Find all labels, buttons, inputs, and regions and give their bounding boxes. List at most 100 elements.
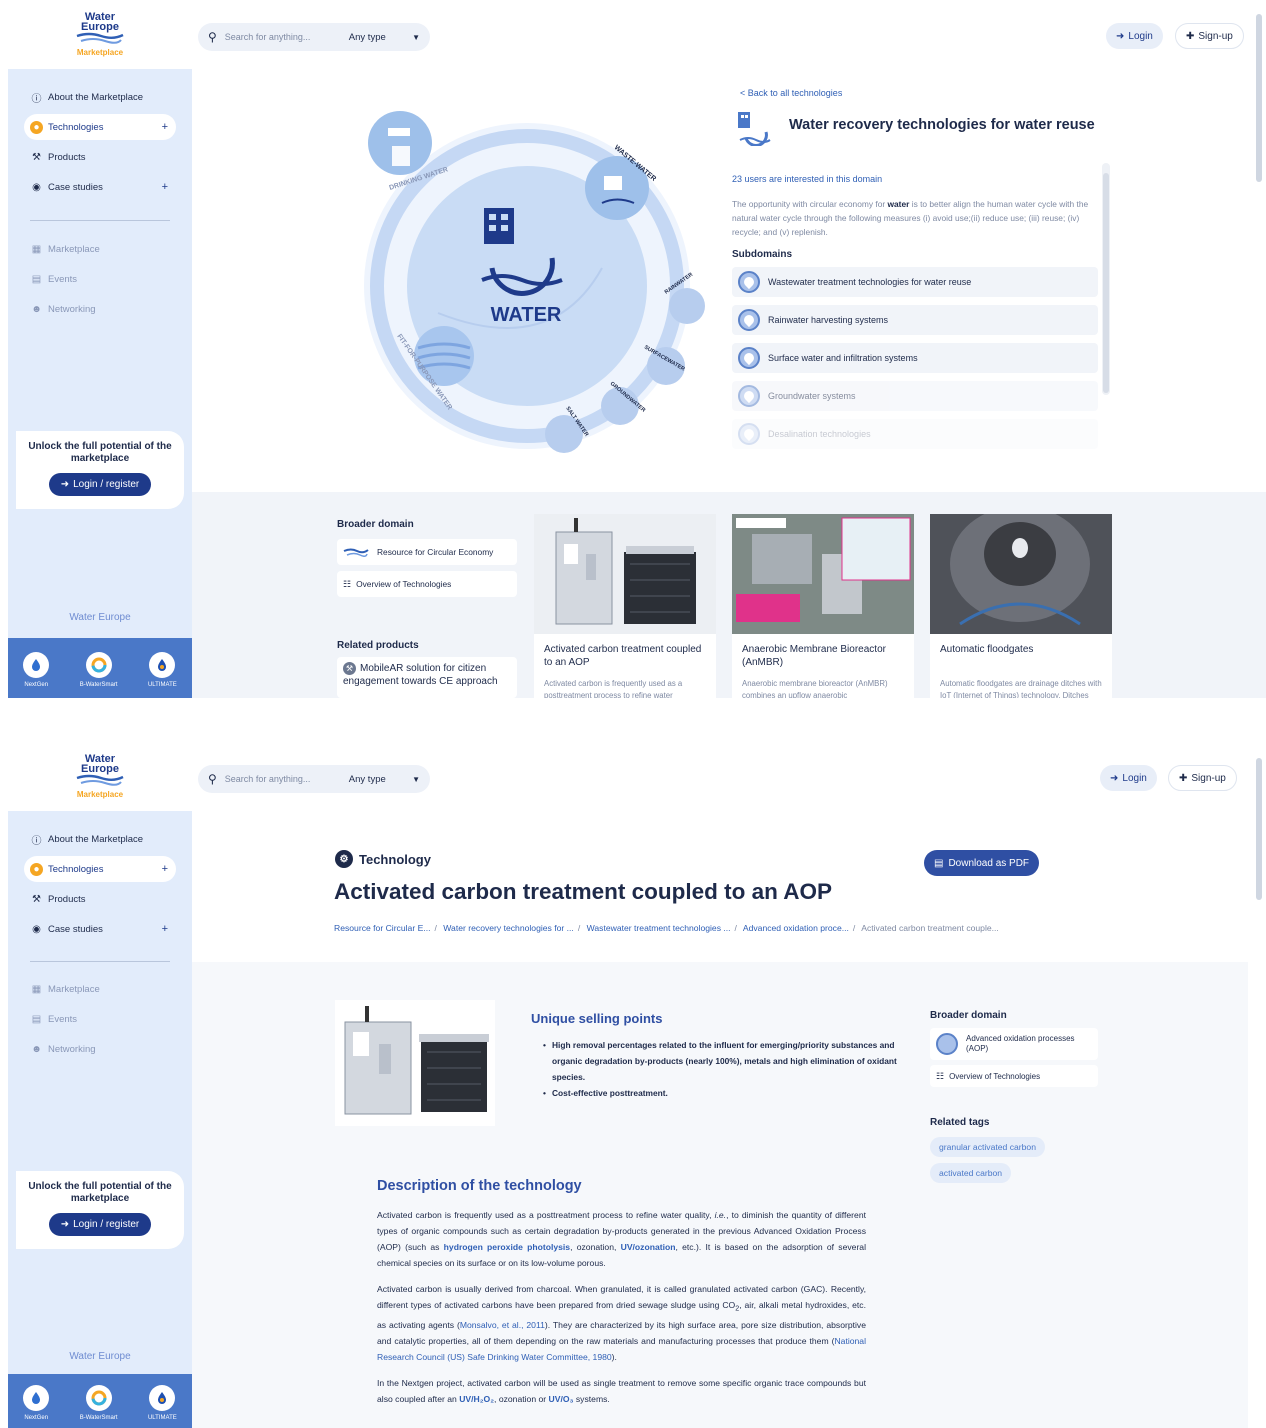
breadcrumb-link[interactable]: Resource for Circular E... [334,923,430,933]
technology-icon: ● [30,120,43,134]
water-drop-icon [738,271,760,293]
project-nextgen[interactable]: NextGen [23,1385,50,1421]
technology-card[interactable]: Automatic floodgates Automatic floodgate… [930,514,1112,698]
water-europe-logo[interactable]: Water Europe Marketplace [8,0,192,68]
breadcrumb-link[interactable]: Water recovery technologies for ... [443,923,574,933]
project-logos: NextGen B-WaterSmart ULTIMATE [8,1374,192,1428]
expand-icon[interactable]: + [162,863,168,875]
project-b-watersmart[interactable]: B-WaterSmart [80,1385,117,1421]
water-drop-icon [738,385,760,407]
sidebar-item-technologies[interactable]: ● Technologies + [24,114,176,140]
subdomain-item[interactable]: Rainwater harvesting systems [732,305,1098,335]
login-register-button[interactable]: ➜ Login / register [48,1213,152,1236]
rainwater-icon [669,288,705,324]
login-button[interactable]: ➜ Login [1100,765,1157,791]
sidebar: ⓘ About the Marketplace ● Technologies + ⚒ P… [8,811,192,1428]
signup-button[interactable]: ✚ Sign-up [1168,765,1237,791]
expand-icon[interactable]: + [162,121,168,133]
project-logos: NextGen B-WaterSmart ULTIMATE [8,638,192,698]
subdomains-scrollbar[interactable] [1102,163,1110,395]
users-interested-link[interactable]: 23 users are interested in this domain [732,174,882,184]
type-select[interactable]: Any type [349,32,386,43]
related-product-item[interactable]: ⚒ MobileAR solution for citizen engagemen… [337,657,517,698]
type-select[interactable]: Any type [349,774,386,785]
ultimate-logo-icon [149,652,176,678]
card-title: Activated carbon treatment coupled to an… [544,644,702,668]
description-paragraph: Activated carbon is usually derived from… [377,1284,866,1362]
search-input[interactable]: Search for anything... [225,774,349,784]
uv-h2o2-link[interactable]: UV/H₂O₂ [459,1394,494,1404]
technology-card[interactable]: Anaerobic Membrane Bioreactor (AnMBR) An… [732,514,914,698]
subdomain-item[interactable]: Desalination technologies [732,419,1098,449]
technology-page-screenshot: Water Europe Marketplace ⓘ About the Mark… [0,742,1266,1428]
water-europe-logo[interactable]: Water Europe Marketplace [8,742,192,810]
hierarchy-icon: ☷ [343,578,352,589]
store-icon: ▦ [31,983,42,995]
sidebar-item-about[interactable]: ⓘ About the Marketplace [24,84,176,110]
project-ultimate[interactable]: ULTIMATE [148,1385,177,1421]
broader-domain-heading: Broader domain [337,519,414,530]
sidebar-item-products[interactable]: ⚒ Products [24,144,176,170]
subdomain-item[interactable]: Groundwater systems [732,381,1098,411]
sidebar-item-about[interactable]: ⓘ About the Marketplace [24,826,176,852]
uv-ozonation-link[interactable]: UV/ozonation [621,1242,676,1252]
people-icon: ☻ [31,1043,42,1055]
page-scrollbar[interactable] [1256,14,1262,182]
search-bar[interactable]: ⚲ Search for anything... Any type ▼ [198,765,430,793]
breadcrumb-link[interactable]: Advanced oxidation proce... [743,923,849,933]
sidebar-item-case-studies[interactable]: ◉ Case studies + [24,174,176,200]
add-user-icon: ✚ [1179,772,1188,784]
login-register-button[interactable]: ➜ Login / register [48,473,152,496]
project-ultimate[interactable]: ULTIMATE [148,652,177,688]
sidebar-item-case-studies[interactable]: ◉ Case studies + [24,916,176,942]
expand-icon[interactable]: + [162,181,168,193]
card-description: Activated carbon is frequently used as a… [544,679,683,698]
sidebar-item-networking[interactable]: ☻ Networking [24,1036,176,1062]
nextgen-logo-icon [23,1385,50,1411]
login-button[interactable]: ➜ Login [1106,23,1163,49]
uv-o3-link[interactable]: UV/O₃ [549,1394,574,1404]
sidebar-item-marketplace[interactable]: ▦ Marketplace [24,236,176,262]
download-pdf-button[interactable]: ▤ Download as PDF [924,850,1040,876]
tag-chip[interactable]: granular activated carbon [930,1137,1045,1157]
sidebar-item-products[interactable]: ⚒ Products [24,886,176,912]
technology-card[interactable]: Activated carbon treatment coupled to an… [534,514,716,698]
expand-icon[interactable]: + [162,923,168,935]
sidebar-item-technologies[interactable]: ● Technologies + [24,856,176,882]
back-link[interactable]: < Back to all technologies [740,88,842,98]
tag-chip[interactable]: activated carbon [930,1163,1012,1183]
monsalvo-citation-link[interactable]: Monsalvo, et al., 2011 [460,1320,545,1330]
sidebar-item-events[interactable]: ▤ Events [24,1006,176,1032]
project-nextgen[interactable]: NextGen [23,652,50,688]
technology-icon: ● [30,862,43,876]
search-input[interactable]: Search for anything... [225,32,349,42]
add-user-icon: ✚ [1186,30,1195,42]
related-products-heading: Related products [337,640,419,651]
broader-domain-chip[interactable]: Resource for Circular Economy [337,539,517,565]
sidebar-item-networking[interactable]: ☻ Networking [24,296,176,322]
project-b-watersmart[interactable]: B-WaterSmart [80,652,117,688]
card-image [930,514,1112,634]
subdomain-item[interactable]: Surface water and infiltration systems [732,343,1098,373]
card-title: Anaerobic Membrane Bioreactor (AnMBR) [742,644,886,668]
overview-chip[interactable]: ☷ Overview of Technologies [337,571,517,597]
signup-button[interactable]: ✚ Sign-up [1175,23,1244,49]
hydrogen-peroxide-link[interactable]: hydrogen peroxide photolysis [444,1242,570,1252]
page-scrollbar[interactable] [1256,758,1262,900]
broader-domain-chip[interactable]: Advanced oxidation processes (AOP) [930,1028,1098,1060]
overview-chip[interactable]: ☷ Overview of Technologies [930,1065,1098,1087]
sidebar-item-marketplace[interactable]: ▦ Marketplace [24,976,176,1002]
subdomains-heading: Subdomains [732,249,793,260]
water-europe-link[interactable]: Water Europe [8,1351,192,1362]
subdomain-item[interactable]: Wastewater treatment technologies for wa… [732,267,1098,297]
breadcrumb-link[interactable]: Wastewater treatment technologies ... [587,923,731,933]
chevron-down-icon[interactable]: ▼ [412,775,420,784]
page-title: Activated carbon treatment coupled to an… [334,879,832,904]
search-icon: ⚲ [208,772,217,786]
login-icon: ➜ [1110,772,1119,784]
water-europe-link[interactable]: Water Europe [8,612,192,623]
search-bar[interactable]: ⚲ Search for anything... Any type ▼ [198,23,430,51]
chevron-down-icon[interactable]: ▼ [412,33,420,42]
sidebar-item-events[interactable]: ▤ Events [24,266,176,292]
technology-image[interactable] [335,1000,495,1126]
